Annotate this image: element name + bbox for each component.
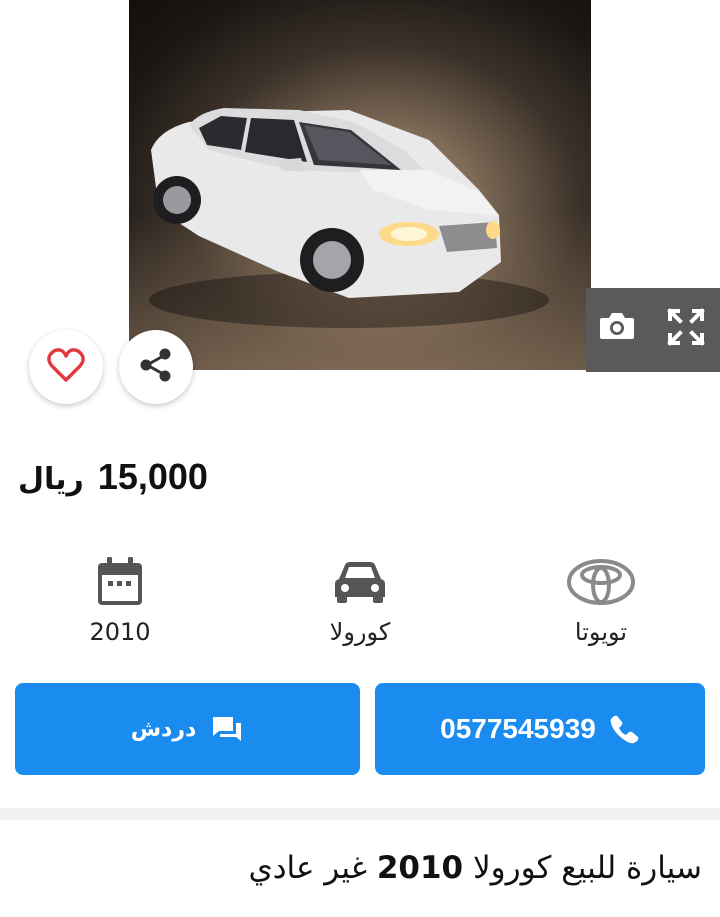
section-divider <box>0 808 720 820</box>
listing-title: سيارة للبيع كورولا 2010 غير عادي <box>248 850 702 886</box>
price-currency: ريال <box>18 462 84 497</box>
listing-title-part1: سيارة للبيع كورولا <box>472 850 702 886</box>
chat-button-label: دردش <box>130 716 197 742</box>
phone-icon <box>610 714 640 744</box>
share-icon <box>137 346 175 388</box>
listing-title-year: 2010 <box>376 850 464 886</box>
favorite-button[interactable] <box>29 330 103 404</box>
chat-icon <box>210 714 244 744</box>
spec-year: 2010 <box>40 552 200 646</box>
price: 15,000 ريال <box>18 456 208 498</box>
toyota-logo <box>521 552 681 612</box>
spec-make-value: تويوتا <box>574 618 628 646</box>
camera-icon[interactable] <box>598 310 636 346</box>
share-button[interactable] <box>119 330 193 404</box>
listing-hero <box>0 0 720 404</box>
car-photo[interactable] <box>129 0 591 370</box>
price-amount: 15,000 <box>97 456 208 497</box>
phone-number: 0577545939 <box>440 713 596 744</box>
car-icon <box>280 552 440 612</box>
car-illustration <box>149 108 549 328</box>
media-controls <box>586 288 720 372</box>
spec-model: كورولا <box>280 552 440 646</box>
calendar-icon <box>40 552 200 612</box>
fullscreen-icon[interactable] <box>666 307 706 351</box>
heart-icon <box>46 347 86 387</box>
listing-title-part2: غير عادي <box>248 850 367 886</box>
spec-year-value: 2010 <box>89 618 151 646</box>
call-button[interactable]: 0577545939 <box>375 683 705 775</box>
spec-model-value: كورولا <box>329 618 391 646</box>
chat-button[interactable]: دردش <box>15 683 360 775</box>
spec-make: تويوتا <box>521 552 681 646</box>
